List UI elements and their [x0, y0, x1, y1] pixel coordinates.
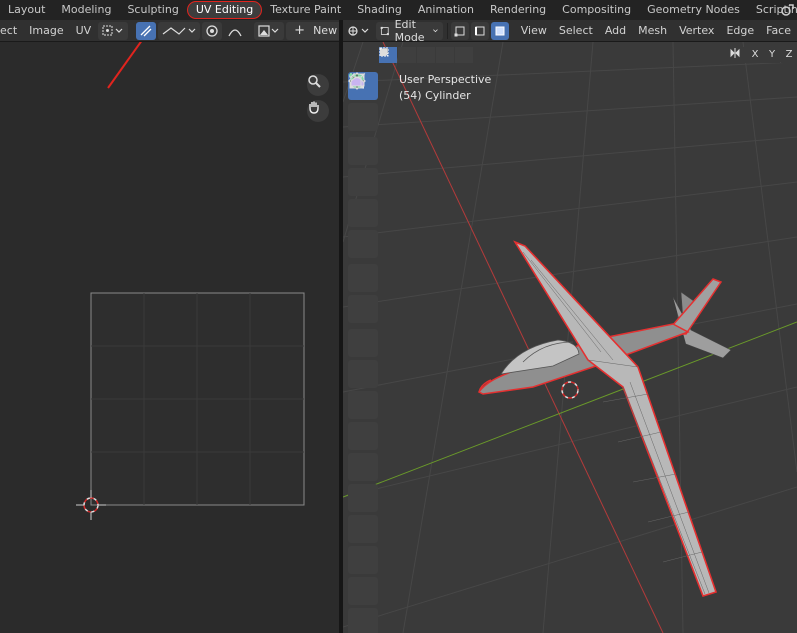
select-subtract-button[interactable]: [380, 47, 435, 63]
tab-uv-editing[interactable]: UV Editing: [186, 1, 263, 19]
menu-select[interactable]: Select: [553, 24, 599, 37]
bevel-icon[interactable]: [348, 76, 378, 450]
selection-mode-row: [379, 47, 474, 63]
select-intersect-button[interactable]: [381, 47, 473, 63]
viewport-header: Edit Mode View Select Add Mesh Vertex Ed…: [343, 18, 797, 44]
tab-layout[interactable]: Layout: [0, 1, 53, 19]
tab-geometry-nodes[interactable]: Geometry Nodes: [639, 1, 748, 19]
tab-sculpting[interactable]: Sculpting: [119, 1, 186, 19]
mirror-z-button[interactable]: Z: [781, 47, 797, 63]
cursor-icon[interactable]: [348, 73, 378, 131]
edit-mode-icon: [380, 26, 389, 35]
tab-modeling[interactable]: Modeling: [53, 1, 119, 19]
mirror-axis-row: X Y Z: [729, 47, 797, 63]
shrink-icon[interactable]: [348, 73, 378, 633]
face-select-button[interactable]: [491, 21, 510, 40]
falloff-icon[interactable]: [224, 22, 252, 40]
menu-add[interactable]: Add: [599, 24, 632, 37]
zoom-icon[interactable]: [307, 74, 329, 96]
menu-face[interactable]: Face: [760, 24, 797, 37]
pivot-dropdown[interactable]: [98, 21, 129, 40]
annotate-icon[interactable]: [348, 75, 378, 292]
measure-icon[interactable]: [348, 74, 378, 323]
menu-vertex[interactable]: Vertex: [673, 24, 720, 37]
editor-type-dropdown[interactable]: [344, 22, 374, 40]
tab-shading[interactable]: Shading: [349, 1, 410, 19]
extrude-icon[interactable]: [348, 75, 378, 388]
scene-icon[interactable]: [779, 2, 795, 18]
knife-icon[interactable]: [348, 73, 378, 512]
airplane-mesh: [477, 240, 732, 597]
uv-select-mode-dropdown[interactable]: [158, 21, 201, 40]
tab-compositing[interactable]: Compositing: [554, 1, 639, 19]
menu-mesh[interactable]: Mesh: [632, 24, 673, 37]
rotate-icon[interactable]: [348, 74, 378, 196]
poly-build-icon[interactable]: [348, 73, 378, 543]
uv-editor-header: ect Image UV + New: [0, 20, 366, 42]
uv-editor-canvas[interactable]: [0, 42, 339, 633]
3d-cursor-icon: [561, 381, 579, 399]
spin-icon[interactable]: [348, 74, 378, 574]
move-icon[interactable]: [348, 72, 378, 165]
mirror-options-icon[interactable]: [730, 47, 746, 63]
mode-label: Edit Mode: [394, 17, 425, 44]
select-extend-button[interactable]: [380, 47, 416, 63]
menu-view[interactable]: ect: [0, 24, 23, 37]
proportional-edit-icon[interactable]: [202, 21, 223, 40]
mirror-y-button[interactable]: Y: [764, 47, 780, 63]
menu-view-3d[interactable]: View: [515, 24, 553, 37]
sync-selection-button[interactable]: [136, 21, 157, 40]
uv-grid: [76, 42, 305, 520]
active-object-label: (54) Cylinder: [399, 89, 471, 102]
vertex-select-button[interactable]: [451, 21, 470, 40]
new-image-label: New: [313, 24, 338, 37]
menu-image[interactable]: Image: [23, 24, 69, 37]
view-perspective-label: User Perspective: [399, 73, 492, 86]
add-cube-icon[interactable]: [348, 73, 378, 357]
menu-uv[interactable]: UV: [70, 24, 98, 37]
annotation-arrow: [107, 42, 142, 89]
menu-edge[interactable]: Edge: [720, 24, 760, 37]
viewport-scene: [343, 42, 797, 633]
pan-hand-icon[interactable]: [307, 100, 329, 122]
inset-icon[interactable]: [348, 72, 378, 419]
tab-animation[interactable]: Animation: [410, 1, 482, 19]
plus-icon: +: [294, 23, 306, 38]
new-image-button[interactable]: + New: [286, 21, 346, 40]
edge-select-button[interactable]: [471, 21, 490, 40]
transform-icon[interactable]: [348, 74, 378, 258]
loop-cut-icon[interactable]: [348, 73, 378, 481]
tab-texture-paint[interactable]: Texture Paint: [262, 1, 349, 19]
scale-icon[interactable]: [348, 74, 378, 227]
tool-shelf: [348, 72, 378, 633]
mirror-x-button[interactable]: X: [747, 47, 763, 63]
image-browse-dropdown[interactable]: [254, 21, 285, 40]
smooth-icon[interactable]: [348, 77, 378, 605]
mode-dropdown[interactable]: Edit Mode: [376, 18, 443, 44]
select-invert-button[interactable]: [380, 47, 454, 63]
tab-rendering[interactable]: Rendering: [482, 1, 554, 19]
3d-viewport[interactable]: X Y Z User Perspective (54) Cylinder: [343, 42, 797, 633]
